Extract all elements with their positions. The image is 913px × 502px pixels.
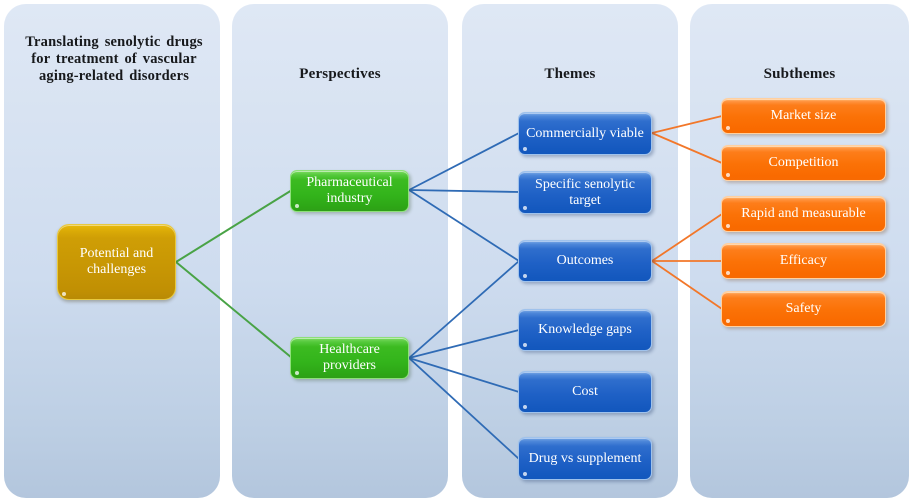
node-competition[interactable]: Competition xyxy=(721,145,886,181)
node-commercially-viable[interactable]: Commercially viable xyxy=(518,112,652,155)
node-efficacy[interactable]: Efficacy xyxy=(721,243,886,279)
node-label: Knowledge gaps xyxy=(538,322,632,338)
node-label: Pharmaceutical industry xyxy=(306,175,393,206)
node-drug-vs-supplement[interactable]: Drug vs supplement xyxy=(518,437,652,480)
node-knowledge-gaps[interactable]: Knowledge gaps xyxy=(518,309,652,351)
node-safety[interactable]: Safety xyxy=(721,291,886,327)
node-label: Drug vs supplement xyxy=(528,450,642,466)
node-label: Healthcare providers xyxy=(319,342,380,373)
node-outcomes[interactable]: Outcomes xyxy=(518,240,652,282)
node-specific-senolytic-target[interactable]: Specific senolytic target xyxy=(518,171,652,214)
node-potential-and-challenges[interactable]: Potential and challenges xyxy=(57,224,176,300)
node-rapid-and-measurable[interactable]: Rapid and measurable xyxy=(721,196,886,232)
node-label: Market size xyxy=(770,108,837,124)
node-pharmaceutical-industry[interactable]: Pharmaceutical industry xyxy=(290,170,409,212)
node-market-size[interactable]: Market size xyxy=(721,98,886,134)
column-title-themes: Themes xyxy=(544,66,596,82)
column-title-goal: Translating senolytic drugs for treatmen… xyxy=(25,34,203,85)
node-label: Outcomes xyxy=(556,253,614,269)
node-label: Safety xyxy=(785,301,822,317)
node-label: Commercially viable xyxy=(526,125,644,141)
column-title-subthemes: Subthemes xyxy=(763,66,836,82)
node-healthcare-providers[interactable]: Healthcare providers xyxy=(290,337,409,379)
node-label: Competition xyxy=(768,155,839,171)
node-label: Rapid and measurable xyxy=(741,206,866,222)
node-label: Potential and challenges xyxy=(79,246,154,277)
node-label: Specific senolytic target xyxy=(535,176,635,208)
column-title-perspectives: Perspectives xyxy=(299,66,381,82)
diagram-canvas: Translating senolytic drugs for treatmen… xyxy=(0,0,913,502)
node-label: Cost xyxy=(572,384,598,400)
node-cost[interactable]: Cost xyxy=(518,371,652,413)
node-label: Efficacy xyxy=(779,253,828,269)
